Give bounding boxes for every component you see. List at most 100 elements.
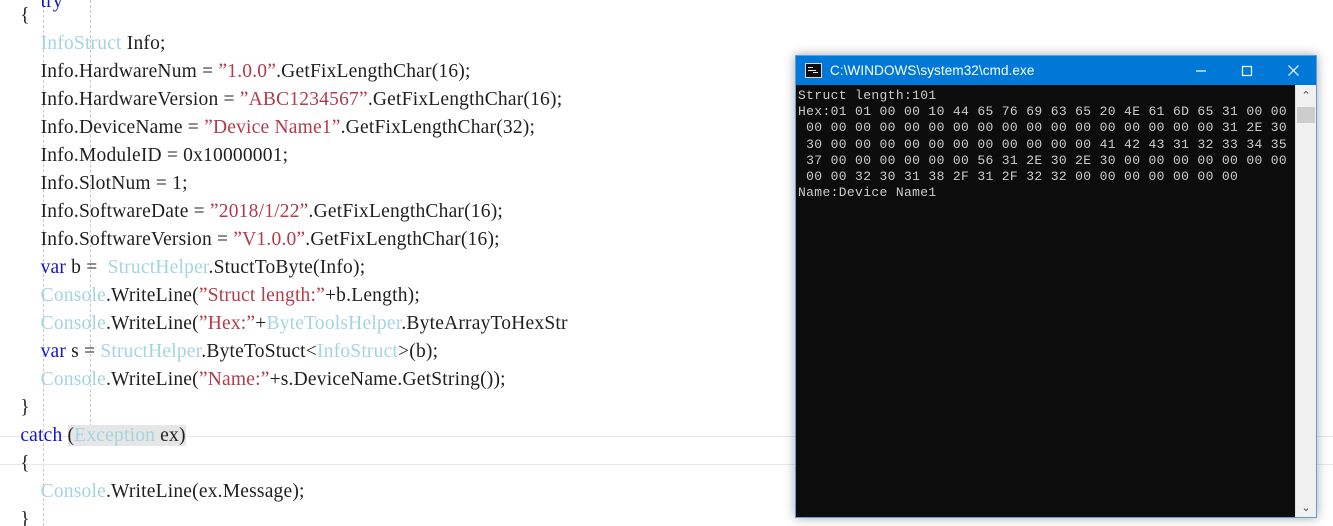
maximize-button[interactable] [1224,56,1270,85]
code-line: Console.WriteLine(ˮStruct length:ˮ+b.Len… [0,282,420,310]
minimize-icon [1196,69,1206,72]
console-output-text: Struct length:101 Hex:01 01 00 00 10 44 6… [798,88,1294,201]
code-token: ˮV1.0.0ˮ [233,229,306,250]
code-token: var [40,257,67,278]
console-output-line: 30 00 00 00 00 00 00 00 00 00 00 00 41 4… [798,136,1294,152]
code-line: { [0,2,30,30]
code-token: ˮ1.0.0ˮ [218,61,277,82]
screen: try { InfoStruct Info; Info.HardwareNum … [0,0,1333,526]
code-token: Info.SoftwareVersion = [0,229,234,250]
code-token: InfoStruct [316,341,399,362]
code-token: .GetFixLengthChar(16); [308,201,504,222]
code-line: Info.SoftwareDate = ˮ2018/1/22ˮ.GetFixLe… [0,198,503,226]
code-token: Info; [121,33,166,54]
code-line: Console.WriteLine(ˮName:ˮ+s.DeviceName.G… [0,366,506,394]
code-line: Info.SlotNum = 1; [0,170,188,198]
code-token: Info.SoftwareDate = [0,201,210,222]
code-token: } [0,509,30,526]
code-token: .ByteArrayToHexStr [401,313,568,334]
code-line: Console.WriteLine(ex.Message); [0,478,305,506]
console-output-line: 00 00 00 00 00 00 00 00 00 00 00 00 00 0… [798,120,1294,136]
code-token: { [0,453,30,474]
console-titlebar[interactable]: C:\WINDOWS\system32\cmd.exe [796,56,1316,85]
code-token: Info.DeviceName = [0,117,205,138]
code-token: .GetFixLengthChar(16); [305,229,500,250]
code-token: { [0,5,30,26]
scroll-up-arrow-icon[interactable]: ⌃ [1296,85,1316,105]
code-token: .GetFixLengthChar(16); [276,61,471,82]
code-token: ex [155,425,179,446]
code-token: Info.HardwareVersion = [0,89,240,110]
code-line: var s = StructHelper.ByteToStuct<InfoStr… [0,338,438,366]
code-token: ˮName:ˮ [198,369,270,390]
code-token: .StuctToByte(Info); [208,257,366,278]
code-token: ) [178,425,186,446]
code-token: .GetFixLengthChar(16); [367,89,563,110]
console-output-area[interactable]: Struct length:101 Hex:01 01 00 00 10 44 6… [796,85,1316,517]
code-token: + [255,313,267,334]
code-line: Info.DeviceName = ˮDevice Name1ˮ.GetFixL… [0,114,535,142]
code-token: ByteToolsHelper [266,313,402,334]
code-token: .WriteLine(ex.Message); [105,481,305,502]
minimize-button[interactable] [1178,56,1224,85]
code-token: .ByteToStuct< [201,341,317,362]
maximize-icon [1241,65,1253,76]
code-token: .WriteLine( [105,313,199,334]
code-token: Info.HardwareNum = [0,61,219,82]
code-token: .GetFixLengthChar(32); [340,117,536,138]
code-token: b = [66,257,108,278]
code-token: } [0,397,30,418]
console-title: C:\WINDOWS\system32\cmd.exe [830,63,1035,78]
code-token: Info.ModuleID = 0x10000001; [0,145,289,166]
code-token: Console [40,481,106,502]
code-token: InfoStruct [40,33,122,54]
code-token: Exception [74,425,156,446]
code-line: var b = StructHelper.StuctToByte(Info); [0,254,366,282]
console-output-line: Name:Device Name1 [798,185,937,201]
code-token: Console [40,313,106,334]
code-line: InfoStruct Info; [0,30,166,58]
code-token: ˮHex:ˮ [198,313,256,334]
console-output-line: Struct length:101 [798,88,937,103]
code-token: Console [40,285,106,306]
code-token: catch [20,425,63,446]
code-token: StructHelper [100,341,202,362]
console-output-line: Hex:01 01 00 00 10 44 65 76 69 63 65 20 … [798,104,1294,120]
close-button[interactable] [1270,56,1316,85]
code-token: ˮDevice Name1ˮ [204,117,341,138]
console-output-line: 00 00 32 30 31 38 2F 31 2F 32 32 00 00 0… [798,168,1239,184]
console-output-line: 37 00 00 00 00 00 00 56 31 2E 30 2E 30 0… [798,152,1294,168]
code-token: Console [40,369,106,390]
code-line: Info.HardwareNum = ˮ1.0.0ˮ.GetFixLengthC… [0,58,471,86]
code-line: Info.SoftwareVersion = ˮV1.0.0ˮ.GetFixLe… [0,226,500,254]
console-scrollbar[interactable]: ⌃ ⌄ [1295,85,1316,517]
scroll-down-arrow-icon[interactable]: ⌄ [1296,497,1316,517]
code-line: } [0,394,30,422]
scrollbar-thumb[interactable] [1297,107,1315,123]
close-icon [1287,65,1299,76]
code-token: +s.DeviceName.GetString()); [269,369,506,390]
code-token: StructHelper [107,257,209,278]
code-token: Info.SlotNum = 1; [0,173,188,194]
code-line: Info.ModuleID = 0x10000001; [0,142,288,170]
code-line: { [0,450,30,478]
code-token: .WriteLine( [105,285,199,306]
code-token: try [40,0,63,12]
code-line: catch (Exception ex) [0,422,186,450]
code-token: ˮStruct length:ˮ [198,285,325,306]
code-line: Console.WriteLine(ˮHex:ˮ+ByteToolsHelper… [0,310,568,338]
code-token: var [40,341,67,362]
code-token: ˮABC1234567ˮ [239,89,368,110]
code-line: } [0,506,30,526]
code-token: ˮ2018/1/22ˮ [209,201,309,222]
cmd-console-window[interactable]: C:\WINDOWS\system32\cmd.exe Struct lengt… [795,55,1317,518]
